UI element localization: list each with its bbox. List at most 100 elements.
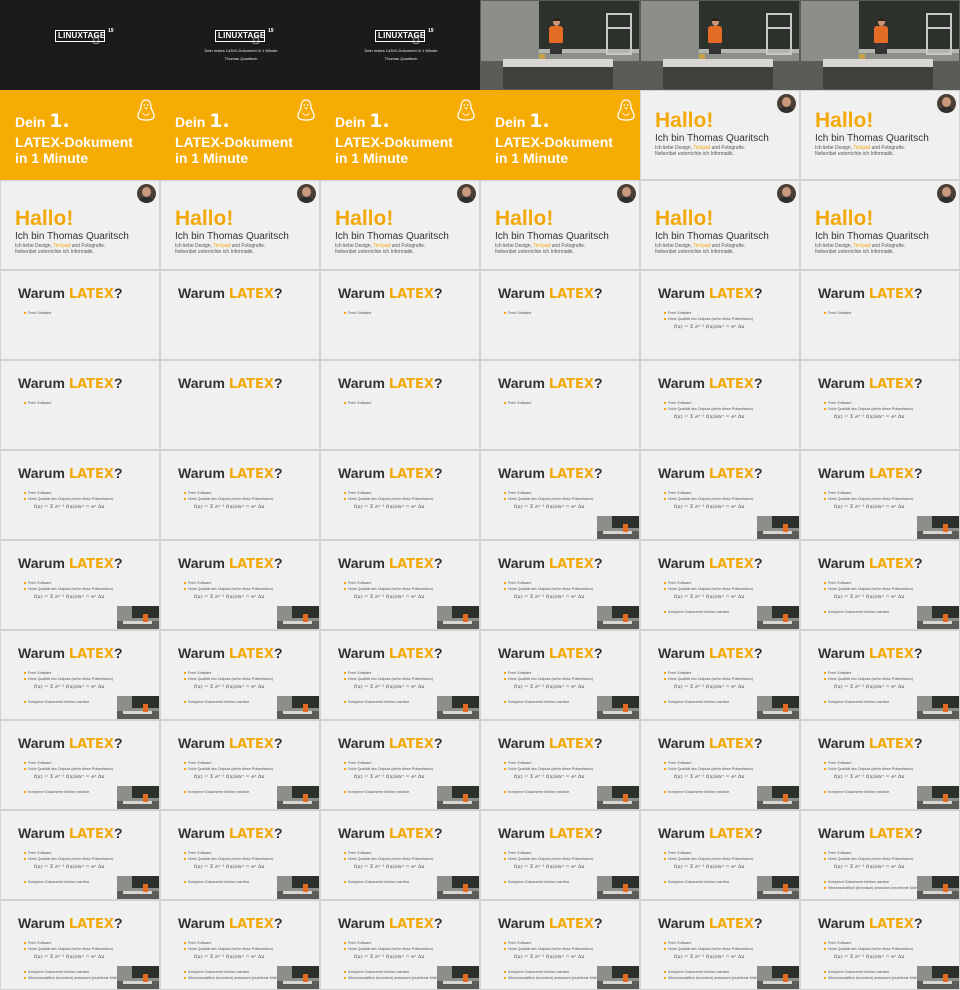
bullet-item: Hohe Qualität des Outputs (siehe diese P…	[663, 947, 754, 951]
slide-thumbnail[interactable]: Warum LATEX? Freie Software Hohe Qualität …	[800, 630, 960, 720]
slide-thumbnail[interactable]: Warum LATEX? Freie Software	[320, 360, 480, 450]
warum-heading-prefix: Warum	[338, 465, 389, 481]
slide-thumbnail[interactable]: Warum LATEX? Freie Software Hohe Qualität …	[480, 900, 640, 990]
slide-thumbnail[interactable]: LINUXTAGE 19 Dein erstes LaTeX-Dokument in…	[320, 0, 480, 90]
slide-thumbnail[interactable]: Dein 1. LATEX-Dokument in 1 Minute	[0, 90, 160, 180]
overlay-presenter	[623, 974, 628, 982]
slide-thumbnail[interactable]: Warum LATEX? Freie Software Hohe Qualität …	[0, 900, 160, 990]
slide-thumbnail[interactable]: Warum LATEX? Freie Software Hohe Qualität …	[640, 540, 800, 630]
slide-thumbnail[interactable]: Warum LATEX? Freie Software Hohe Qualität …	[0, 450, 160, 540]
slide-thumbnail[interactable]: Warum LATEX? Freie Software Hohe Qualität …	[160, 630, 320, 720]
bullet-item: Komplexe Dokumente bleiben wartbar	[664, 880, 729, 884]
slide-thumbnail[interactable]: Warum LATEX? Freie Software Hohe Qualität …	[160, 720, 320, 810]
bullet-item: Freie Software	[503, 311, 532, 315]
overlay-presenter	[303, 614, 308, 622]
slide-thumbnail[interactable]: Dein 1. LATEX-Dokument in 1 Minute	[480, 90, 640, 180]
speaker-video-overlay	[757, 966, 799, 989]
slide-thumbnail[interactable]: Warum LATEX? Freie Software Hohe Qualität …	[800, 900, 960, 990]
slide-thumbnail[interactable]: Warum LATEX? Freie Software Hohe Qualität …	[160, 810, 320, 900]
slide-thumbnail[interactable]: Warum LATEX? Freie Software	[800, 270, 960, 360]
math-formula: f(x) = Σ ∂ⁿ⁻¹ f(x)/∂xⁿ = eˣ Δx	[674, 774, 745, 780]
slide-thumbnail[interactable]: Warum LATEX? Freie Software Hohe Qualität …	[800, 540, 960, 630]
slide-thumbnail[interactable]: Warum LATEX? Freie Software Hohe Qualität …	[480, 630, 640, 720]
desk-front	[823, 67, 933, 89]
tux-icon	[92, 35, 100, 44]
math-formula: f(x) = Σ ∂ⁿ⁻¹ f(x)/∂xⁿ = eˣ Δx	[514, 954, 585, 960]
warum-heading: Warum LATEX?	[818, 915, 923, 933]
slide-thumbnail[interactable]: Warum LATEX? Freie Software Hohe Qualität …	[640, 810, 800, 900]
math-formula: f(x) = Σ ∂ⁿ⁻¹ f(x)/∂xⁿ = eˣ Δx	[194, 864, 265, 870]
slide-thumbnail[interactable]: Warum LATEX? Freie Software Hohe Qualität …	[160, 540, 320, 630]
slide-thumbnail[interactable]: Warum LATEX? Freie Software Hohe Qualität …	[0, 720, 160, 810]
slide-thumbnail[interactable]: Warum LATEX?	[160, 270, 320, 360]
slide-thumbnail[interactable]: Hallo! Ich bin Thomas Quaritsch Ich liebe …	[0, 180, 160, 270]
slide-thumbnail[interactable]: Dein 1. LATEX-Dokument in 1 Minute	[160, 90, 320, 180]
warum-heading-suffix: ?	[113, 285, 123, 301]
slide-thumbnail[interactable]: Warum LATEX? Freie Software Hohe Qualität …	[480, 810, 640, 900]
slide-thumbnail[interactable]: Warum LATEX? Freie Software Hohe Qualität …	[800, 360, 960, 450]
slide-thumbnail[interactable]: Hallo! Ich bin Thomas Quaritsch Ich liebe …	[640, 180, 800, 270]
bullet-item: Freie Software	[503, 581, 532, 585]
slide-thumbnail[interactable]: Warum LATEX? Freie Software Hohe Qualität …	[800, 450, 960, 540]
slide-thumbnail[interactable]: Warum LATEX? Freie Software Hohe Qualität …	[640, 450, 800, 540]
slide-thumbnail[interactable]: Warum LATEX? Freie Software Hohe Qualität …	[0, 810, 160, 900]
slide-thumbnail[interactable]: Warum LATEX? Freie Software Hohe Qualität …	[480, 540, 640, 630]
speaker-video-overlay	[437, 606, 479, 629]
warum-heading: Warum LATEX?	[658, 375, 763, 393]
speaker-video-overlay	[277, 606, 319, 629]
slide-thumbnail[interactable]: Hallo! Ich bin Thomas Quaritsch Ich liebe …	[160, 180, 320, 270]
slide-thumbnail[interactable]: Warum LATEX?	[160, 360, 320, 450]
orange-title-line-2: LATEX-Dokument	[495, 134, 613, 150]
slide-thumbnail[interactable]: Dein 1. LATEX-Dokument in 1 Minute	[320, 90, 480, 180]
slide-thumbnail[interactable]: Warum LATEX? Freie Software	[480, 270, 640, 360]
slide-thumbnail[interactable]	[480, 0, 640, 90]
slide-thumbnail[interactable]: Hallo! Ich bin Thomas Quaritsch Ich liebe …	[800, 180, 960, 270]
warum-heading: Warum LATEX?	[498, 375, 603, 393]
bullet-item: Komplexe Dokumente bleiben wartbar	[24, 970, 89, 974]
slide-thumbnail[interactable]: Warum LATEX? Freie Software Hohe Qualität …	[640, 630, 800, 720]
slide-thumbnail[interactable]: Warum LATEX? Freie Software Hohe Qualität …	[320, 540, 480, 630]
slide-thumbnail[interactable]: Warum LATEX? Freie Software Hohe Qualität …	[640, 270, 800, 360]
slide-thumbnail[interactable]: Warum LATEX? Freie Software	[0, 270, 160, 360]
slide-thumbnail[interactable]: Hallo! Ich bin Thomas Quaritsch Ich liebe …	[320, 180, 480, 270]
slide-thumbnail[interactable]: Warum LATEX? Freie Software Hohe Qualität …	[800, 810, 960, 900]
bullet-item: Hohe Qualität des Outputs (siehe diese P…	[503, 857, 594, 861]
tux-icon	[137, 99, 155, 121]
slide-thumbnail[interactable]: Warum LATEX? Freie Software Hohe Qualität …	[320, 630, 480, 720]
slide-thumbnail[interactable]: Warum LATEX? Freie Software Hohe Qualität …	[0, 630, 160, 720]
slide-thumbnail[interactable]: Hallo! Ich bin Thomas Quaritsch Ich liebe …	[480, 180, 640, 270]
warum-heading: Warum LATEX?	[498, 825, 603, 843]
logo-superscript: 19	[108, 28, 114, 34]
overlay-presenter	[463, 974, 468, 982]
slide-thumbnail[interactable]: Warum LATEX? Freie Software Hohe Qualität …	[480, 450, 640, 540]
slide-thumbnail[interactable]: Warum LATEX? Freie Software Hohe Qualität …	[320, 720, 480, 810]
slide-thumbnail[interactable]	[640, 0, 800, 90]
slide-thumbnail[interactable]: Warum LATEX? Freie Software Hohe Qualität …	[640, 900, 800, 990]
warum-heading-prefix: Warum	[658, 825, 709, 841]
slide-thumbnail[interactable]: Warum LATEX? Freie Software	[0, 360, 160, 450]
slide-thumbnail[interactable]: Warum LATEX? Freie Software Hohe Qualität …	[320, 810, 480, 900]
warum-heading-prefix: Warum	[338, 645, 389, 661]
warum-heading-prefix: Warum	[658, 285, 709, 301]
slide-thumbnail[interactable]: Warum LATEX? Freie Software Hohe Qualität …	[160, 900, 320, 990]
slide-thumbnail[interactable]: LINUXTAGE 19	[0, 0, 160, 90]
warum-heading: Warum LATEX?	[818, 555, 923, 573]
warum-heading-prefix: Warum	[18, 735, 69, 751]
slide-thumbnail[interactable]: Hallo! Ich bin Thomas Quaritsch Ich liebe …	[640, 90, 800, 180]
warum-heading-prefix: Warum	[498, 915, 549, 931]
slide-thumbnail[interactable]: Warum LATEX? Freie Software Hohe Qualität …	[320, 900, 480, 990]
slide-thumbnail[interactable]	[800, 0, 960, 90]
slide-thumbnail[interactable]: Warum LATEX? Freie Software	[320, 270, 480, 360]
slide-thumbnail[interactable]: Warum LATEX? Freie Software Hohe Qualität …	[320, 450, 480, 540]
math-formula: f(x) = Σ ∂ⁿ⁻¹ f(x)/∂xⁿ = eˣ Δx	[194, 504, 265, 510]
slide-thumbnail[interactable]: Warum LATEX? Freie Software Hohe Qualität …	[0, 540, 160, 630]
slide-thumbnail[interactable]: Warum LATEX? Freie Software Hohe Qualität …	[160, 450, 320, 540]
slide-thumbnail[interactable]: Warum LATEX? Freie Software Hohe Qualität …	[480, 720, 640, 810]
slide-thumbnail[interactable]: Hallo! Ich bin Thomas Quaritsch Ich liebe …	[800, 90, 960, 180]
slide-thumbnail[interactable]: Warum LATEX? Freie Software	[480, 360, 640, 450]
slide-thumbnail[interactable]: Warum LATEX? Freie Software Hohe Qualität …	[640, 720, 800, 810]
slide-thumbnail[interactable]: Warum LATEX? Freie Software Hohe Qualität …	[800, 720, 960, 810]
slide-thumbnail[interactable]: Warum LATEX? Freie Software Hohe Qualität …	[640, 360, 800, 450]
latex-logo: LATEX	[548, 917, 594, 932]
slide-thumbnail[interactable]: LINUXTAGE 19 Dein erstes LaTeX-Dokument in…	[160, 0, 320, 90]
